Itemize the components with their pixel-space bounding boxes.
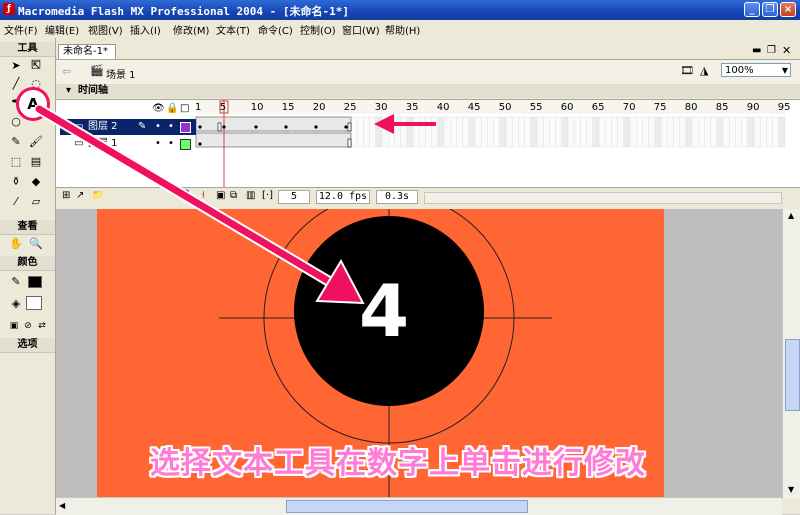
vscroll-thumb[interactable] xyxy=(785,339,800,411)
fill-color-icon[interactable]: ◈ xyxy=(8,296,24,312)
doc-restore-icon[interactable]: ❐ xyxy=(767,45,776,56)
eyedropper-tool-icon[interactable]: ⁄ xyxy=(8,194,24,210)
edit-symbols-icon[interactable]: ◮ xyxy=(700,64,708,77)
menu-bar: 文件(F) 编辑(E) 视图(V) 插入(I) 修改(M) 文本(T) 命令(C… xyxy=(0,20,800,39)
swap-colors-icon[interactable]: ⇄ xyxy=(34,318,50,334)
back-arrow-icon[interactable]: ⇦ xyxy=(62,65,71,78)
document-tab[interactable]: 未命名-1* xyxy=(58,44,116,59)
annotation-arrow-main xyxy=(35,105,365,305)
menu-text[interactable]: 文本(T) xyxy=(216,22,250,37)
scene-label[interactable]: 场景 1 xyxy=(106,66,136,81)
edit-scene-icon[interactable]: 🎞 xyxy=(680,64,694,77)
ruler-tick: 70 xyxy=(622,102,636,113)
doc-close-icon[interactable]: ✕ xyxy=(782,44,791,57)
annotation-arrow-timeline xyxy=(374,114,436,134)
title-bar: ƒ Macromedia Flash MX Professional 2004 … xyxy=(0,0,800,20)
ruler-tick: 75 xyxy=(653,102,667,113)
ruler-tick: 65 xyxy=(591,102,605,113)
menu-control[interactable]: 控制(O) xyxy=(300,22,336,37)
ruler-tick: 85 xyxy=(715,102,729,113)
ink-bottle-tool-icon[interactable]: ⚱ xyxy=(8,174,24,190)
tutorial-caption: 选择文本工具在数字上单击进行修改 xyxy=(150,446,646,481)
menu-modify[interactable]: 修改(M) xyxy=(173,22,209,37)
timeline-hscroll[interactable] xyxy=(424,192,782,204)
menu-window[interactable]: 窗口(W) xyxy=(342,22,380,37)
flash-app-icon: ƒ xyxy=(3,3,15,15)
scroll-left-icon[interactable]: ◀ xyxy=(59,501,65,510)
elapsed-time-field: 0.3s xyxy=(376,190,418,204)
zoom-select[interactable]: 100% ▼ xyxy=(721,63,791,77)
pencil-tool-icon[interactable]: ✎ xyxy=(8,134,24,150)
ruler-tick: 95 xyxy=(777,102,791,113)
ruler-tick: 50 xyxy=(498,102,512,113)
hand-tool-icon[interactable]: ✋ xyxy=(8,236,24,252)
restore-button[interactable]: ❐ xyxy=(762,2,778,17)
ruler-tick: 45 xyxy=(467,102,481,113)
menu-file[interactable]: 文件(F) xyxy=(4,22,38,37)
menu-commands[interactable]: 命令(C) xyxy=(258,22,293,37)
timeline-title: 时间轴 xyxy=(78,85,108,96)
ruler-tick: 80 xyxy=(684,102,698,113)
rectangle-tool-icon[interactable]: □ xyxy=(28,56,44,72)
doc-minimize-icon[interactable]: ▬ xyxy=(752,45,761,56)
stage-vscroll[interactable]: ▲ ▼ xyxy=(782,209,800,499)
window-title: Macromedia Flash MX Professional 2004 - … xyxy=(18,5,350,18)
scroll-down-icon[interactable]: ▼ xyxy=(788,485,794,494)
scroll-up-icon[interactable]: ▲ xyxy=(788,211,794,220)
toolbox-title: 工具 xyxy=(0,42,55,57)
arrow-tool-icon[interactable]: ➤ xyxy=(8,58,24,74)
menu-help[interactable]: 帮助(H) xyxy=(385,22,420,37)
close-button[interactable]: × xyxy=(780,2,796,17)
chevron-down-icon: ▼ xyxy=(781,66,788,75)
free-transform-tool-icon[interactable]: ⬚ xyxy=(8,154,24,170)
stroke-color-icon[interactable]: ✎ xyxy=(8,274,24,290)
collapse-arrow-icon: ▾ xyxy=(66,85,72,96)
menu-insert[interactable]: 插入(I) xyxy=(130,22,161,37)
ruler-tick: 90 xyxy=(746,102,760,113)
stage-hscroll[interactable]: ◀ xyxy=(56,497,782,515)
ruler-tick: 60 xyxy=(560,102,574,113)
scene-icon: 🎬 xyxy=(90,64,104,77)
timeline-header[interactable]: ▾ 时间轴 xyxy=(56,84,800,98)
hscroll-thumb[interactable] xyxy=(286,500,528,513)
minimize-button[interactable]: _ xyxy=(744,2,760,17)
zoom-value: 100% xyxy=(725,65,754,76)
options-section-label: 选项 xyxy=(0,338,55,353)
ruler-tick: 55 xyxy=(529,102,543,113)
menu-edit[interactable]: 编辑(E) xyxy=(45,22,79,37)
menu-view[interactable]: 视图(V) xyxy=(88,22,123,37)
